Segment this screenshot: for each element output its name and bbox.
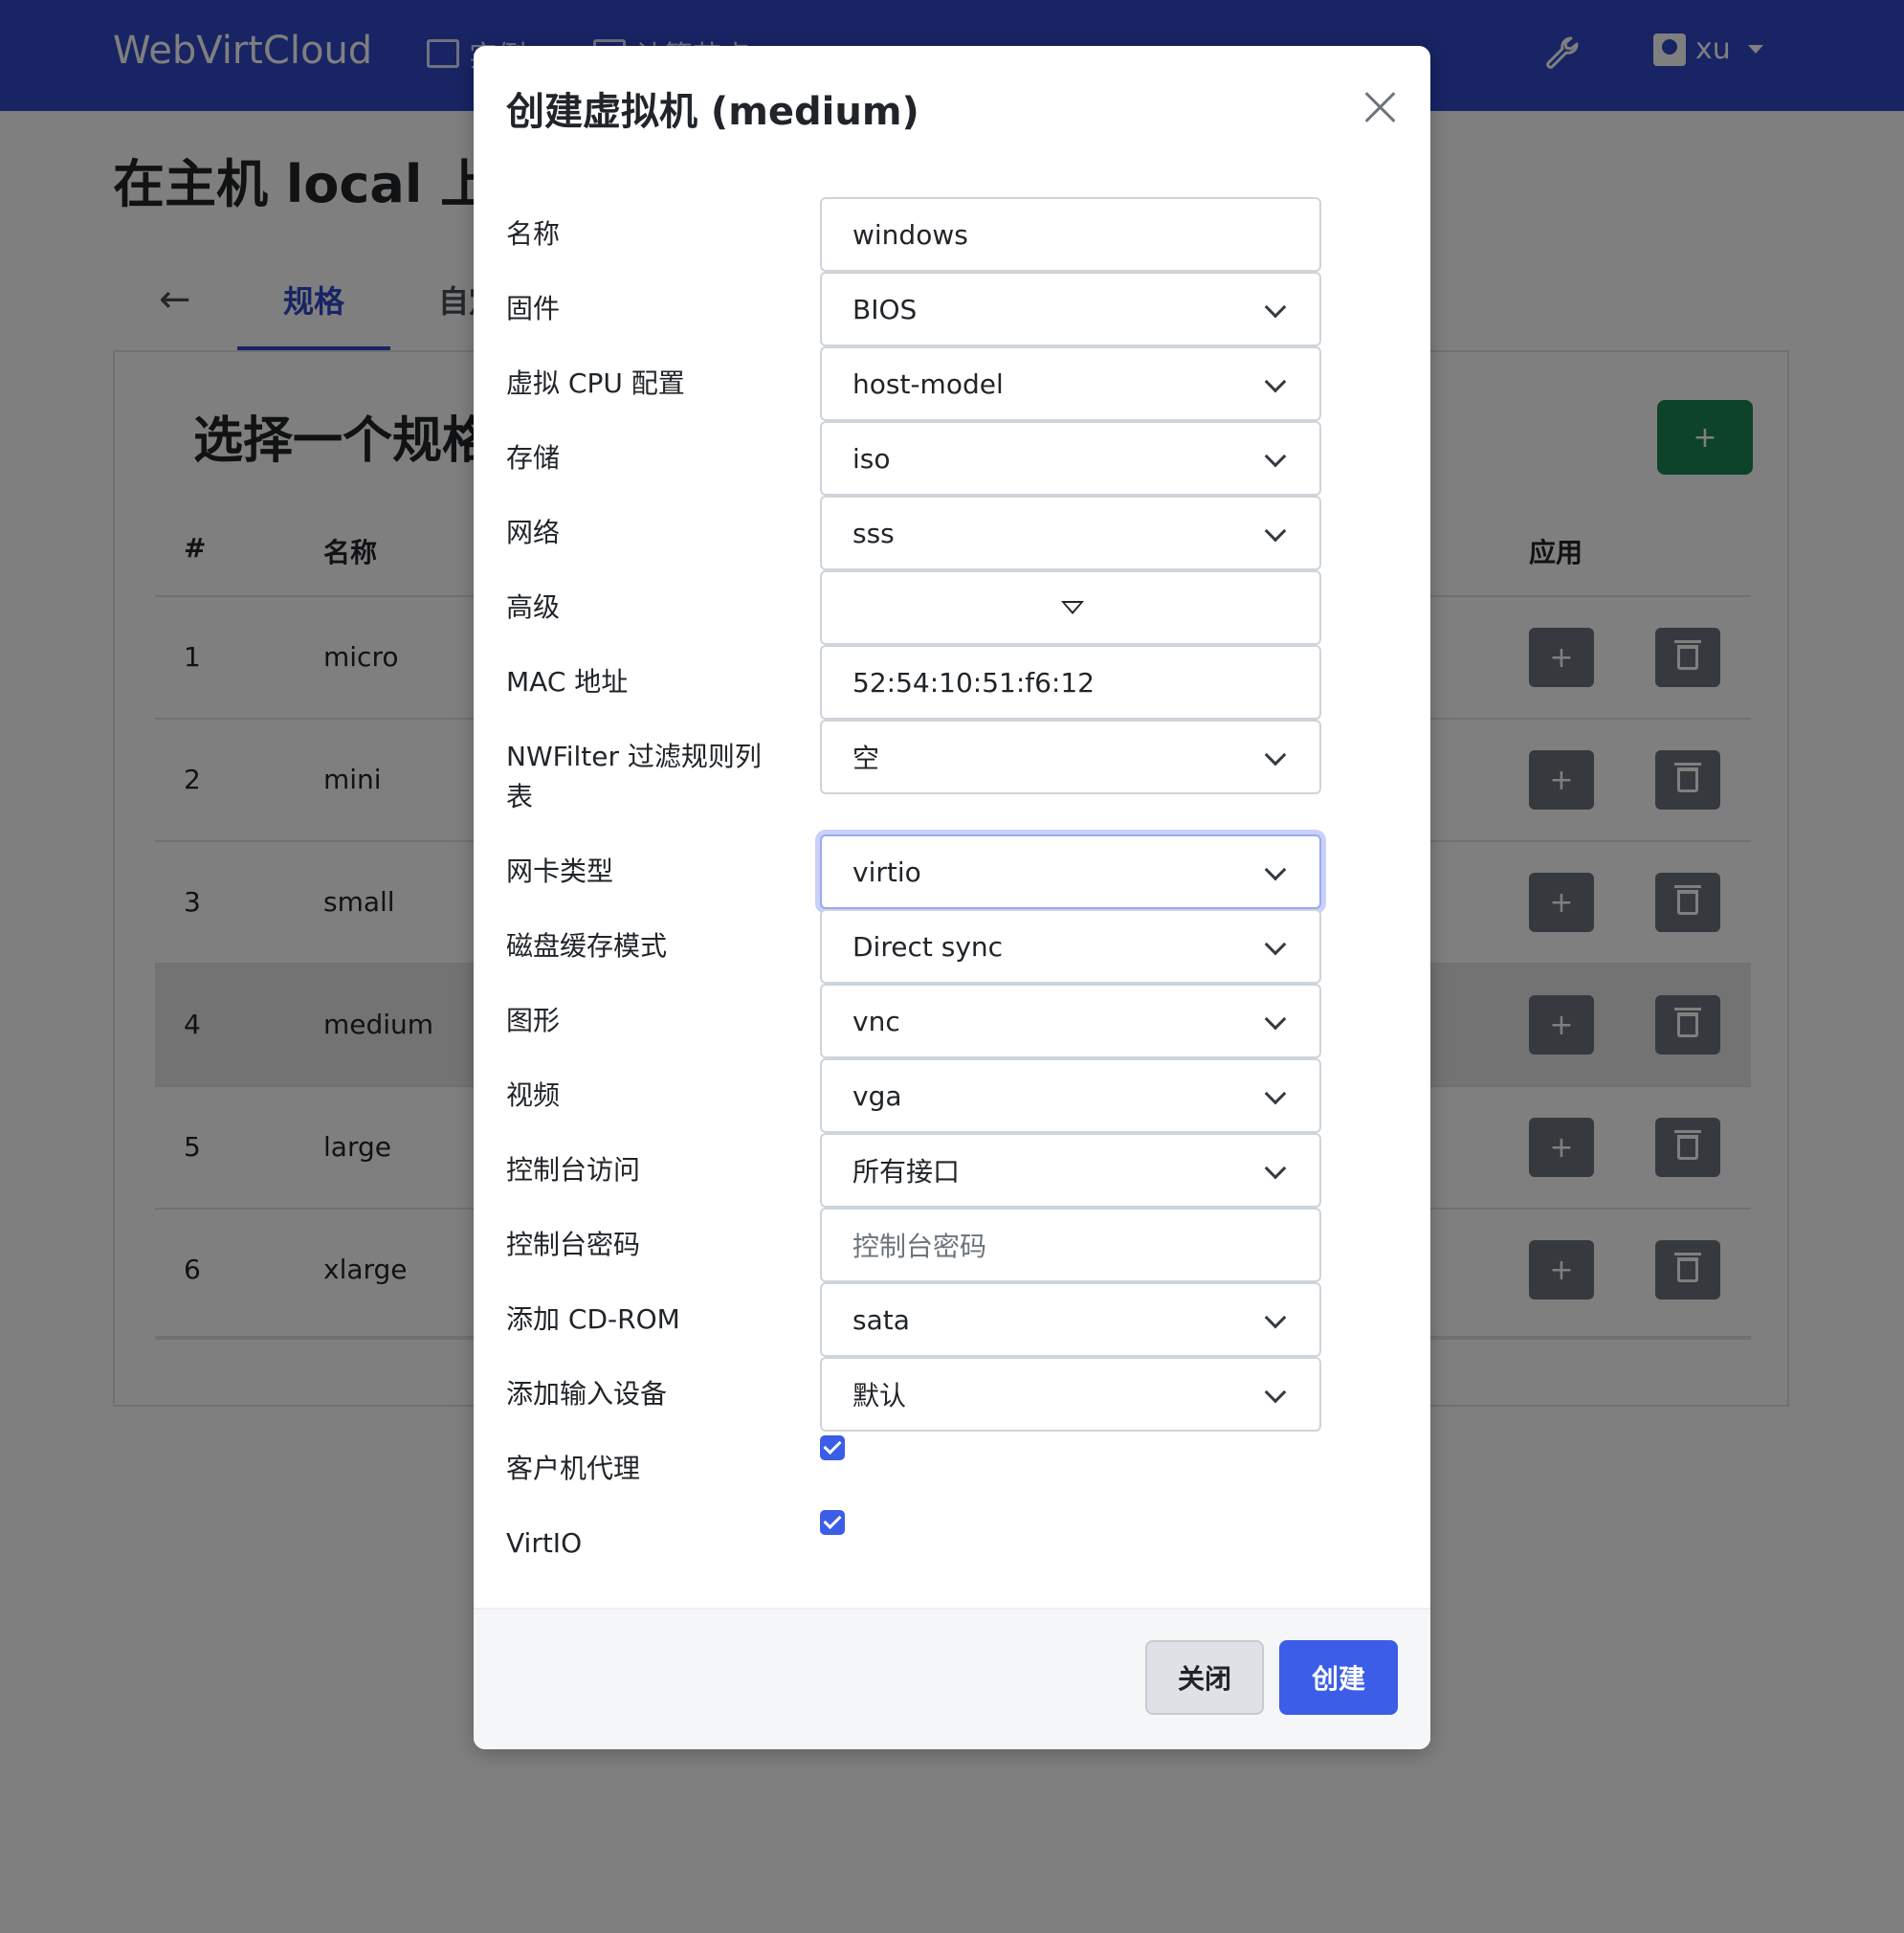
video-select[interactable]: vga: [820, 1058, 1321, 1133]
cpu-value: host-model: [852, 367, 1004, 400]
virtio-label: VirtIO: [506, 1527, 583, 1559]
nic-value: virtio: [852, 855, 921, 888]
chevron-down-icon: [1264, 445, 1287, 468]
guest-agent-label: 客户机代理: [506, 1453, 641, 1484]
network-value: sss: [852, 517, 895, 549]
video-label: 视频: [506, 1079, 561, 1111]
advanced-toggle[interactable]: [820, 570, 1321, 645]
chevron-down-icon: [1264, 1306, 1287, 1329]
nwfilter-select[interactable]: 空: [820, 720, 1321, 794]
console-access-label: 控制台访问: [506, 1154, 641, 1186]
graphics-value: vnc: [852, 1005, 900, 1037]
chevron-down-icon: [1264, 1008, 1287, 1031]
chevron-down-icon: [1264, 520, 1287, 543]
console-password-input[interactable]: 控制台密码: [820, 1208, 1321, 1282]
triangle-down-icon: [1061, 601, 1084, 614]
chevron-down-icon: [1264, 296, 1287, 319]
network-select[interactable]: sss: [820, 496, 1321, 570]
modal-title: 创建虚拟机 (medium): [506, 90, 919, 134]
console-access-value: 所有接口: [852, 1156, 961, 1188]
close-button[interactable]: 关闭: [1145, 1640, 1264, 1715]
firmware-select[interactable]: BIOS: [820, 272, 1321, 346]
close-icon[interactable]: [1363, 90, 1398, 124]
graphics-label: 图形: [506, 1005, 561, 1036]
nwfilter-label: NWFilter 过滤规则列表: [506, 741, 762, 812]
cache-value: Direct sync: [852, 930, 1004, 963]
cdrom-select[interactable]: sata: [820, 1282, 1321, 1357]
chevron-down-icon: [1264, 370, 1287, 393]
chevron-down-icon: [1264, 1082, 1287, 1105]
video-value: vga: [852, 1079, 902, 1112]
nic-select[interactable]: virtio: [820, 834, 1321, 909]
cpu-label: 虚拟 CPU 配置: [506, 367, 685, 399]
nic-label: 网卡类型: [506, 855, 614, 887]
input-device-label: 添加输入设备: [506, 1378, 668, 1410]
input-device-select[interactable]: 默认: [820, 1357, 1321, 1432]
console-password-label: 控制台密码: [506, 1229, 641, 1260]
graphics-select[interactable]: vnc: [820, 984, 1321, 1058]
name-input[interactable]: windows: [820, 197, 1321, 272]
storage-select[interactable]: iso: [820, 421, 1321, 496]
chevron-down-icon: [1264, 744, 1287, 767]
mac-label: MAC 地址: [506, 666, 629, 698]
nwfilter-value: 空: [852, 743, 880, 774]
storage-label: 存储: [506, 442, 561, 474]
mac-input[interactable]: 52:54:10:51:f6:12: [820, 645, 1321, 720]
cdrom-label: 添加 CD-ROM: [506, 1303, 680, 1335]
input-device-value: 默认: [852, 1380, 907, 1411]
network-label: 网络: [506, 517, 561, 548]
create-button[interactable]: 创建: [1279, 1640, 1398, 1715]
firmware-label: 固件: [506, 293, 561, 324]
chevron-down-icon: [1264, 858, 1287, 881]
cdrom-value: sata: [852, 1303, 910, 1336]
cache-label: 磁盘缓存模式: [506, 930, 668, 962]
modal-footer: 关闭 创建: [474, 1608, 1430, 1749]
advanced-label: 高级: [506, 591, 561, 623]
console-access-select[interactable]: 所有接口: [820, 1133, 1321, 1208]
guest-agent-checkbox[interactable]: [820, 1435, 845, 1460]
create-vm-modal: 创建虚拟机 (medium) 名称 windows 固件 BIOS 虚拟 CPU…: [474, 46, 1430, 1749]
chevron-down-icon: [1264, 1381, 1287, 1404]
firmware-value: BIOS: [852, 293, 918, 325]
storage-value: iso: [852, 442, 891, 475]
chevron-down-icon: [1264, 933, 1287, 956]
chevron-down-icon: [1264, 1157, 1287, 1180]
cache-select[interactable]: Direct sync: [820, 909, 1321, 984]
name-label: 名称: [506, 218, 561, 250]
virtio-checkbox[interactable]: [820, 1510, 845, 1535]
cpu-select[interactable]: host-model: [820, 346, 1321, 421]
console-password-placeholder: 控制台密码: [852, 1231, 987, 1262]
